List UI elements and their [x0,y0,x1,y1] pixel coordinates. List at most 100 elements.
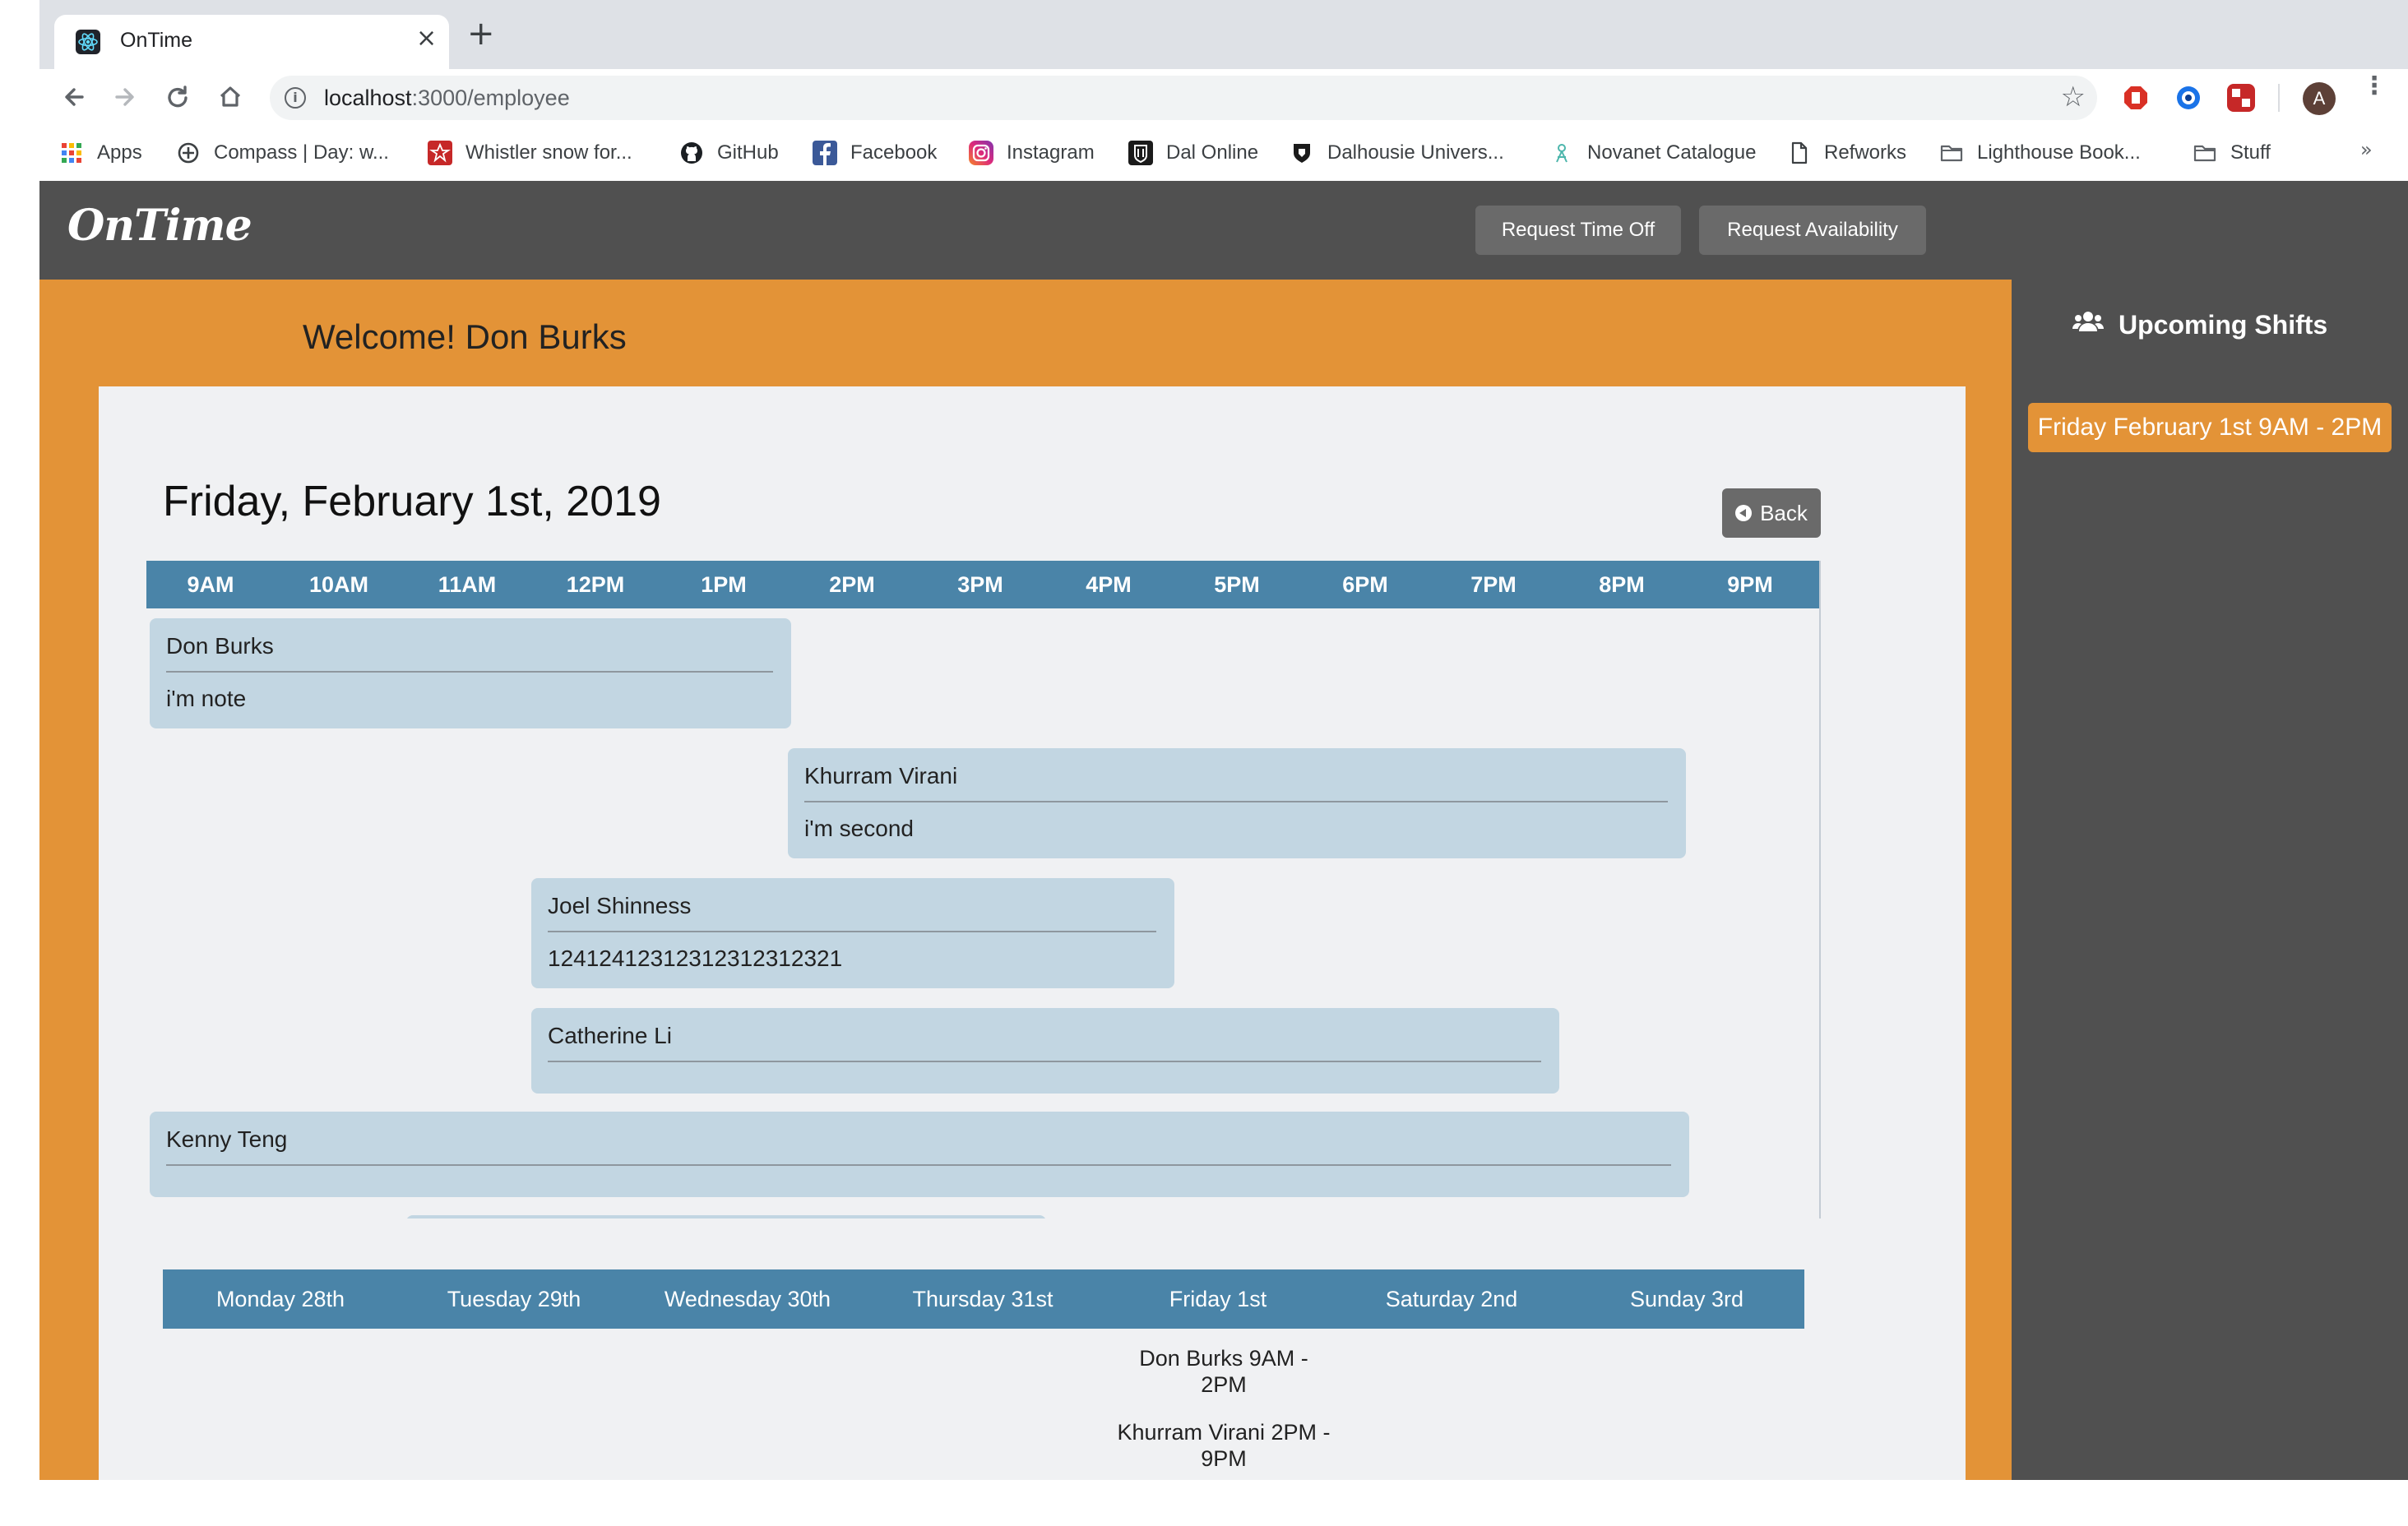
apps-grid-icon [59,141,84,165]
back-arrow-icon[interactable] [58,81,90,113]
bookmark-compass[interactable]: Compass | Day: w... [176,136,389,169]
weekday-label[interactable]: Saturday 2nd [1334,1269,1569,1329]
folder-icon [2193,141,2217,165]
app-logo[interactable]: OnTime [67,201,252,251]
shift-note: i'm second [804,816,914,841]
weekday-label[interactable]: Monday 28th [163,1269,398,1329]
home-icon[interactable] [214,81,247,113]
bookmark-label: Apps [97,141,142,164]
eye-extension-icon[interactable] [2174,84,2202,112]
shift-block[interactable]: Catherine Li [531,1008,1559,1094]
weekday-label[interactable]: Wednesday 30th [630,1269,865,1329]
reload-icon[interactable] [161,81,194,113]
bookmark-label: Novanet Catalogue [1587,141,1757,164]
whistler-icon [428,141,452,165]
url-text: localhost:3000/employee [324,86,570,111]
forward-arrow-icon[interactable] [109,81,141,113]
red-extension-icon[interactable] [2227,84,2255,112]
app-header: OnTime Request Time Off Request Availabi… [39,181,2408,280]
hour-label: 10AM [308,572,369,597]
bookmark-lighthouse[interactable]: Lighthouse Book... [1939,136,2141,169]
shift-block[interactable]: Joel Shinness 12412412312312312312321 [531,878,1174,988]
bookmark-refworks[interactable]: Refworks [1786,136,1906,169]
shift-block[interactable]: Don Burks i'm note [150,618,791,728]
screen: OnTime × + i localhost:3000/employee ☆ A… [0,0,2408,1526]
bookmark-stuff[interactable]: Stuff [2193,136,2271,169]
address-bar[interactable]: i localhost:3000/employee ☆ [270,76,2097,120]
hour-label: 12PM [566,572,625,597]
bookmark-label: Facebook [850,141,938,164]
sidebar-title-text: Upcoming Shifts [2119,309,2328,340]
site-info-icon[interactable]: i [285,87,306,109]
bookmark-dal-online[interactable]: Dal Online [1128,136,1258,169]
request-time-off-button[interactable]: Request Time Off [1475,206,1681,255]
hour-label: 4PM [1086,572,1132,597]
bookmark-github[interactable]: GitHub [679,136,779,169]
main-panel: Welcome! Don Burks Friday, February 1st,… [39,280,2012,1480]
shift-divider [548,1061,1541,1062]
schedule-card: Friday, February 1st, 2019 Back 9AM 10AM… [99,386,1966,1480]
hour-label: 9PM [1727,572,1773,597]
dalhousie-shield-icon [1290,141,1314,165]
weekday-label[interactable]: Sunday 3rd [1569,1269,1804,1329]
bookmark-label: Stuff [2230,141,2271,164]
bookmark-label: Lighthouse Book... [1977,141,2141,164]
new-tab-button[interactable]: + [467,17,495,50]
hours-header: 9AM 10AM 11AM 12PM 1PM 2PM 3PM 4PM 5PM 6… [146,561,1819,608]
weekday-label[interactable]: Friday 1st [1100,1269,1336,1329]
bookmark-novanet[interactable]: Novanet Catalogue [1549,136,1756,169]
bookmark-facebook[interactable]: Facebook [813,136,937,169]
shift-divider [804,801,1668,802]
ontime-app: OnTime Request Time Off Request Availabi… [39,181,2408,1480]
shift-block[interactable]: Kenny Teng [150,1112,1689,1197]
hour-label: 7PM [1470,572,1517,597]
url-path: :3000/employee [411,86,570,110]
github-icon [679,141,704,165]
week-shift-entry[interactable]: Khurram Virani 2PM - 9PM [1100,1419,1347,1472]
weekday-label[interactable]: Thursday 31st [865,1269,1100,1329]
folder-icon [1939,141,1964,165]
week-shift-line: Don Burks 9AM - [1139,1346,1308,1371]
week-header: Monday 28th Tuesday 29th Wednesday 30th … [163,1269,1804,1329]
shift-note: 12412412312312312312321 [548,946,843,971]
bookmark-label: Whistler snow for... [465,141,632,164]
hour-label: 2PM [829,572,875,597]
adblock-extension-icon[interactable] [2122,84,2150,112]
shift-employee-name: Khurram Virani [804,763,958,788]
shift-note: i'm note [166,686,247,711]
back-button-label: Back [1760,500,1808,525]
bookmark-apps[interactable]: Apps [59,136,142,169]
shift-divider [548,931,1156,932]
browser-menu-icon[interactable]: ⋮ [2362,74,2387,113]
upcoming-shift-item[interactable]: Friday February 1st 9AM - 2PM [2028,403,2392,452]
bookmark-label: Compass | Day: w... [214,141,389,164]
shift-employee-name: Joel Shinness [548,893,692,918]
week-shift-line: 9PM [1201,1446,1247,1471]
profile-avatar[interactable]: A [2303,82,2336,115]
welcome-heading: Welcome! Don Burks [303,317,627,356]
shift-divider [166,671,773,673]
shift-block[interactable]: Khurram Virani i'm second [788,748,1686,858]
bookmark-whistler[interactable]: Whistler snow for... [428,136,632,169]
hour-label: 1PM [701,572,747,597]
dal-online-icon [1128,141,1153,165]
react-favicon-icon [76,30,100,54]
shift-block[interactable] [406,1215,1046,1218]
bookmark-dalhousie[interactable]: Dalhousie Univers... [1290,136,1504,169]
weekday-label[interactable]: Tuesday 29th [396,1269,632,1329]
week-shift-entry[interactable]: Don Burks 9AM - 2PM [1100,1345,1347,1398]
arrow-circle-left-icon [1735,505,1753,521]
request-availability-button[interactable]: Request Availability [1699,206,1926,255]
week-shift-line: 2PM [1201,1372,1247,1397]
bookmark-star-icon[interactable]: ☆ [2061,82,2086,112]
hour-label: 3PM [957,572,1003,597]
back-button[interactable]: Back [1722,488,1821,538]
bookmark-instagram[interactable]: Instagram [969,136,1095,169]
browser-tab[interactable]: OnTime × [54,15,449,69]
bookmarks-overflow-icon[interactable]: » [2360,138,2373,161]
bookmark-label: Instagram [1007,141,1095,164]
shift-employee-name: Catherine Li [548,1023,672,1048]
day-title: Friday, February 1st, 2019 [163,478,661,525]
tab-close-icon[interactable]: × [416,26,437,51]
shift-employee-name: Kenny Teng [166,1126,288,1152]
